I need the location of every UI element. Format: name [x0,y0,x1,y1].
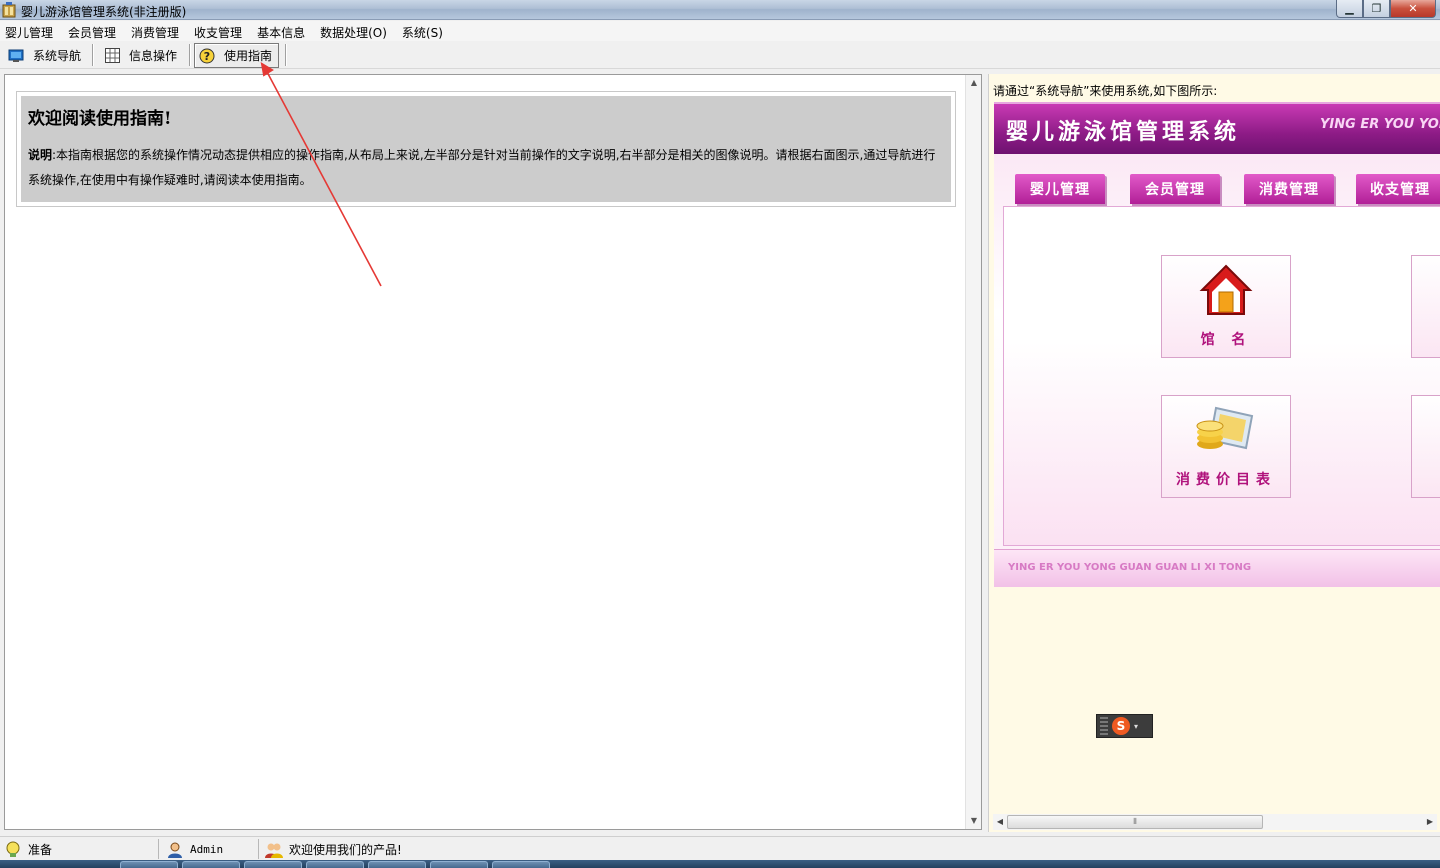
status-bar: 准备 Admin 欢迎使用我们的产品! [0,836,1440,860]
taskbar-item[interactable] [244,861,302,868]
menu-member[interactable]: 会员管理 [62,21,125,41]
preview-app-title: 婴儿游泳馆管理系统 [1006,120,1241,145]
scroll-right-icon[interactable]: ▶ [1423,814,1437,830]
grid-icon [104,48,120,64]
preview-tab-finance: 收支管理 [1356,174,1440,204]
guide-note-text: :本指南根据您的系统操作情况动态提供相应的操作指南,从布局上来说,左半部分是针对… [28,148,936,187]
os-taskbar [0,860,1440,868]
toolbar-guide-button[interactable]: ? 使用指南 [194,43,280,68]
status-ready: 准备 [4,840,52,859]
preview-footer-text: YING ER YOU YONG GUAN GUAN LI XI TONG [1008,562,1252,573]
taskbar-item[interactable] [368,861,426,868]
guide-text: 说明:本指南根据您的系统操作情况动态提供相应的操作指南,从布局上来说,左半部分是… [28,143,944,193]
help-icon: ? [199,48,215,64]
toolbar: 系统导航 信息操作 ? 使用指南 [0,41,1440,69]
preview-body: 婴儿管理 会员管理 消费管理 收支管理 馆 名 消费价目表 [994,154,1440,587]
vertical-scrollbar[interactable]: ▲ ▼ [965,75,981,829]
toolbar-nav-button[interactable]: 系统导航 [8,43,81,68]
window-title: 婴儿游泳馆管理系统(非注册版) [21,5,187,19]
preview-card-partial [1411,255,1440,358]
app-icon [2,2,16,18]
guide-title: 欢迎阅读使用指南! [28,109,172,129]
minimize-button[interactable]: ▁ [1336,0,1363,18]
maximize-button[interactable]: ❐ [1363,0,1390,18]
sogou-logo-icon: S [1112,717,1130,735]
preview-panel: 请通过“系统导航”来使用系统,如下图所示: 婴儿游泳馆管理系统 YING ER … [988,74,1440,832]
guide-panel: 欢迎阅读使用指南! 说明:本指南根据您的系统操作情况动态提供相应的操作指南,从布… [4,74,982,830]
status-message-text: 欢迎使用我们的产品! [289,843,402,857]
preview-caption: 请通过“系统导航”来使用系统,如下图所示: [993,84,1218,98]
preview-content-area: 馆 名 消费价目表 [1003,206,1440,546]
guide-box: 欢迎阅读使用指南! 说明:本指南根据您的系统操作情况动态提供相应的操作指南,从布… [21,96,951,202]
status-user-name: Admin [190,843,224,856]
scroll-up-icon[interactable]: ▲ [966,75,982,91]
scroll-thumb[interactable]: ⦀ [1007,815,1263,829]
status-separator [158,839,159,859]
guide-frame: 欢迎阅读使用指南! 说明:本指南根据您的系统操作情况动态提供相应的操作指南,从布… [16,91,956,207]
taskbar-item[interactable] [306,861,364,868]
menu-system[interactable]: 系统(S) [396,21,452,41]
guide-note-label: 说明 [28,148,53,162]
preview-footer: YING ER YOU YONG GUAN GUAN LI XI TONG [994,549,1440,587]
title-bar: 婴儿游泳馆管理系统(非注册版) ▁ ❐ ✕ [0,0,1440,20]
svg-text:?: ? [204,50,210,63]
preview-app-title-en: YING ER YOU YONG [1320,117,1440,132]
coins-laptop-icon [1196,406,1254,450]
preview-card-venue-label: 馆 名 [1200,332,1252,348]
preview-card-price: 消费价目表 [1161,395,1291,498]
scroll-left-icon[interactable]: ◀ [993,814,1007,830]
status-user: Admin [166,840,223,859]
preview-tab-consumption: 消费管理 [1244,174,1334,204]
scroll-down-icon[interactable]: ▼ [966,813,982,829]
preview-card-partial [1411,395,1440,498]
minimize-icon: ▁ [1345,2,1354,15]
bulb-icon [6,841,20,857]
drag-handle-icon[interactable] [1100,717,1108,735]
taskbar-item[interactable] [120,861,178,868]
preview-image: 婴儿游泳馆管理系统 YING ER YOU YONG 婴儿管理 会员管理 消费管… [994,102,1440,587]
user-icon [168,842,182,858]
menu-consumption[interactable]: 消费管理 [125,21,188,41]
users-icon [265,843,283,858]
toolbar-nav-label: 系统导航 [33,49,82,63]
toolbar-info-label: 信息操作 [129,49,178,63]
toolbar-separator [285,44,287,66]
taskbar-item[interactable] [182,861,240,868]
monitor-icon [8,48,24,64]
taskbar-item[interactable] [430,861,488,868]
preview-card-venue: 馆 名 [1161,255,1291,358]
close-button[interactable]: ✕ [1390,0,1436,18]
menu-finance[interactable]: 收支管理 [188,21,251,41]
toolbar-guide-label: 使用指南 [224,49,273,63]
horizontal-scrollbar[interactable]: ◀ ⦀ ▶ [993,814,1437,830]
restore-icon: ❐ [1371,2,1382,15]
menu-baby[interactable]: 婴儿管理 [0,21,62,41]
chevron-down-icon[interactable]: ▾ [1134,722,1138,731]
preview-card-price-label: 消费价目表 [1176,472,1276,488]
preview-tab-baby: 婴儿管理 [1015,174,1105,204]
menu-bar: 婴儿管理 会员管理 消费管理 收支管理 基本信息 数据处理(O) 系统(S) [0,21,1440,41]
taskbar-item[interactable] [492,861,550,868]
toolbar-info-button[interactable]: 信息操作 [104,43,177,68]
status-text: 准备 [28,843,53,857]
toolbar-separator [189,44,191,66]
toolbar-separator [92,44,94,66]
house-icon [1199,264,1253,315]
preview-tab-member: 会员管理 [1130,174,1220,204]
menu-data[interactable]: 数据处理(O) [314,21,396,41]
status-separator [258,839,259,859]
preview-header: 婴儿游泳馆管理系统 YING ER YOU YONG [994,102,1440,154]
close-icon: ✕ [1408,2,1418,15]
ime-floating-bar[interactable]: S ▾ [1096,714,1153,738]
menu-basic-info[interactable]: 基本信息 [251,21,314,41]
status-message: 欢迎使用我们的产品! [265,840,402,859]
